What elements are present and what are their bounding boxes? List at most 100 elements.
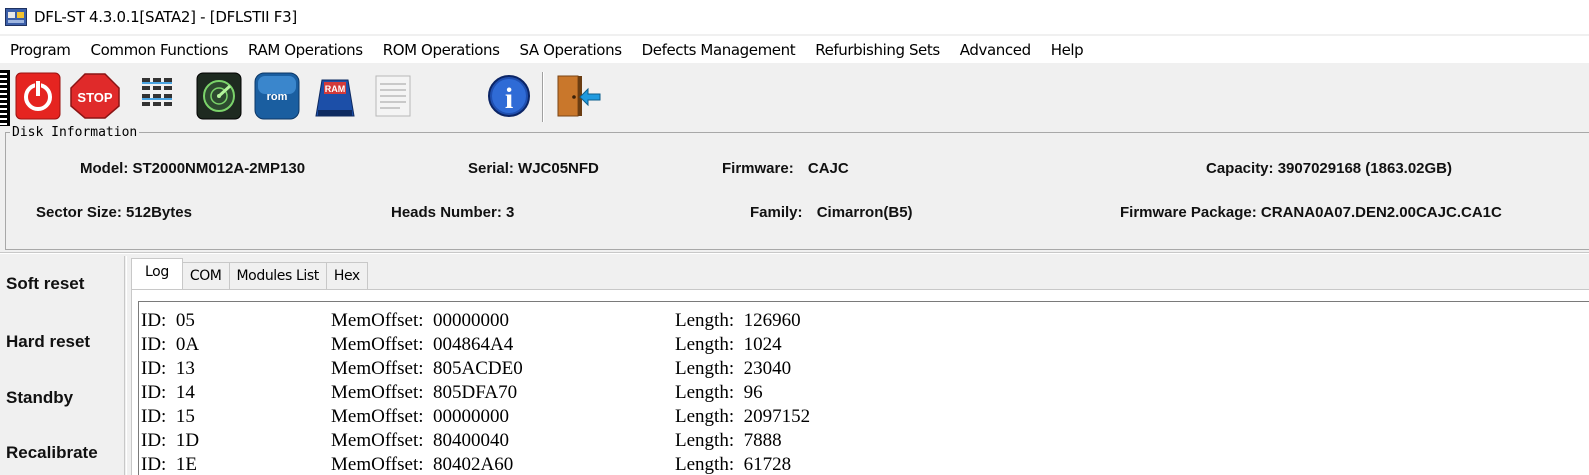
toolbar-separator bbox=[542, 72, 544, 122]
model-field: Model: ST2000NM012A-2MP130 bbox=[80, 160, 305, 177]
capacity-value: 3907029168 (1863.02GB) bbox=[1277, 160, 1453, 177]
firmware-field: Firmware: CAJC bbox=[722, 160, 849, 177]
svg-text:rom: rom bbox=[267, 91, 288, 103]
recalibrate-button[interactable]: Recalibrate bbox=[6, 443, 98, 463]
menu-ram-operations[interactable]: RAM Operations bbox=[238, 41, 373, 59]
firmware-value: CAJC bbox=[807, 160, 849, 177]
notepad-button[interactable] bbox=[370, 72, 416, 120]
log-offset: MemOffset: 00000000 bbox=[331, 406, 510, 427]
firmware-package-value: CRANA0A07.DEN2.00CAJC.CA1C bbox=[1260, 204, 1502, 221]
log-id: ID: 1E bbox=[141, 454, 197, 475]
disk-information-legend: Disk Information bbox=[10, 125, 140, 140]
menu-rom-operations[interactable]: ROM Operations bbox=[373, 41, 510, 59]
info-button[interactable]: i bbox=[486, 72, 532, 120]
firmware-package-field: Firmware Package: CRANA0A07.DEN2.00CAJC.… bbox=[1120, 204, 1502, 221]
capacity-field: Capacity: 3907029168 (1863.02GB) bbox=[1206, 160, 1452, 177]
log-offset: MemOffset: 805DFA70 bbox=[331, 382, 518, 403]
log-output[interactable]: ID: 05 MemOffset: 00000000 Length: 12696… bbox=[138, 301, 1589, 475]
toolbar: STOP rom RAM i bbox=[0, 68, 1589, 126]
menu-advanced[interactable]: Advanced bbox=[950, 41, 1041, 59]
stop-button[interactable]: STOP bbox=[70, 72, 120, 120]
sector-size-label: Sector Size: bbox=[36, 204, 122, 221]
log-length: Length: 126960 bbox=[675, 310, 801, 331]
modules-grid-button[interactable] bbox=[138, 72, 184, 120]
hard-reset-button[interactable]: Hard reset bbox=[6, 332, 90, 352]
log-id: ID: 14 bbox=[141, 382, 195, 403]
firmware-label: Firmware: bbox=[722, 160, 794, 177]
title-bar: DFL-ST 4.3.0.1[SATA2] - [DFLSTII F3] bbox=[0, 0, 1589, 34]
soft-reset-button[interactable]: Soft reset bbox=[6, 274, 84, 294]
log-line: ID: 1D MemOffset: 80400040 Length: 7888 bbox=[139, 430, 782, 454]
tab-hex[interactable]: Hex bbox=[325, 262, 368, 289]
log-offset: MemOffset: 805ACDE0 bbox=[331, 358, 523, 379]
notepad-icon bbox=[375, 75, 411, 117]
log-line: ID: 1E MemOffset: 80402A60 Length: 61728 bbox=[139, 454, 791, 475]
family-value: Cimarron(B5) bbox=[816, 204, 913, 221]
svg-text:RAM: RAM bbox=[325, 84, 346, 94]
family-field: Family: Cimarron(B5) bbox=[750, 204, 913, 221]
svg-text:STOP: STOP bbox=[77, 90, 112, 105]
rom-icon: rom bbox=[254, 72, 300, 120]
log-offset: MemOffset: 80400040 bbox=[331, 430, 510, 451]
log-length: Length: 23040 bbox=[675, 358, 792, 379]
info-icon: i bbox=[488, 75, 530, 117]
menu-common-functions[interactable]: Common Functions bbox=[81, 41, 239, 59]
log-line: ID: 0A MemOffset: 004864A4 Length: 1024 bbox=[139, 334, 782, 358]
menu-refurbishing-sets[interactable]: Refurbishing Sets bbox=[805, 41, 950, 59]
tab-modules-list[interactable]: Modules List bbox=[228, 262, 327, 289]
disk-information-group bbox=[5, 132, 1589, 250]
side-panel-separator bbox=[124, 256, 127, 475]
ram-button[interactable]: RAM bbox=[312, 72, 358, 120]
log-length: Length: 61728 bbox=[675, 454, 792, 475]
scan-button[interactable] bbox=[196, 72, 242, 120]
power-button[interactable] bbox=[15, 72, 61, 120]
tab-log[interactable]: Log bbox=[131, 258, 183, 289]
heads-number-label: Heads Number: bbox=[391, 204, 502, 221]
log-offset: MemOffset: 004864A4 bbox=[331, 334, 514, 355]
serial-label: Serial: bbox=[468, 160, 514, 177]
model-value: ST2000NM012A-2MP130 bbox=[132, 160, 306, 177]
dfl-app-icon bbox=[5, 8, 27, 26]
exit-icon bbox=[557, 75, 601, 117]
stop-icon: STOP bbox=[70, 73, 120, 119]
heads-number-value: 3 bbox=[506, 204, 515, 221]
ram-icon: RAM bbox=[315, 79, 355, 117]
log-length: Length: 96 bbox=[675, 382, 763, 403]
grid-icon bbox=[142, 78, 172, 106]
section-divider bbox=[0, 252, 1589, 254]
tab-com[interactable]: COM bbox=[181, 262, 230, 289]
tab-strip: Log COM Modules List Hex bbox=[131, 258, 368, 289]
log-id: ID: 15 bbox=[141, 406, 195, 427]
menu-program[interactable]: Program bbox=[0, 41, 81, 59]
log-line: ID: 05 MemOffset: 00000000 Length: 12696… bbox=[139, 310, 801, 334]
rom-button[interactable]: rom bbox=[254, 72, 300, 120]
log-id: ID: 1D bbox=[141, 430, 200, 451]
firmware-package-label: Firmware Package: bbox=[1120, 204, 1257, 221]
svg-text:i: i bbox=[505, 82, 513, 115]
toolbar-grip[interactable] bbox=[0, 70, 10, 126]
log-id: ID: 0A bbox=[141, 334, 200, 355]
log-offset: MemOffset: 00000000 bbox=[331, 310, 510, 331]
log-length: Length: 2097152 bbox=[675, 406, 811, 427]
menu-defects-management[interactable]: Defects Management bbox=[632, 41, 806, 59]
log-id: ID: 05 bbox=[141, 310, 195, 331]
family-label: Family: bbox=[750, 204, 803, 221]
model-label: Model: bbox=[80, 160, 129, 177]
log-offset: MemOffset: 80402A60 bbox=[331, 454, 514, 475]
exit-button[interactable] bbox=[552, 72, 601, 120]
log-length: Length: 7888 bbox=[675, 430, 782, 451]
heads-number-field: Heads Number: 3 bbox=[391, 204, 514, 221]
sector-size-field: Sector Size: 512Bytes bbox=[36, 204, 192, 221]
menu-help[interactable]: Help bbox=[1041, 41, 1094, 59]
menu-sa-operations[interactable]: SA Operations bbox=[510, 41, 632, 59]
window-title: DFL-ST 4.3.0.1[SATA2] - [DFLSTII F3] bbox=[34, 8, 297, 26]
log-line: ID: 13 MemOffset: 805ACDE0 Length: 23040 bbox=[139, 358, 791, 382]
log-length: Length: 1024 bbox=[675, 334, 782, 355]
log-line: ID: 15 MemOffset: 00000000 Length: 20971… bbox=[139, 406, 810, 430]
standby-button[interactable]: Standby bbox=[6, 388, 73, 408]
log-id: ID: 13 bbox=[141, 358, 195, 379]
sector-size-value: 512Bytes bbox=[126, 204, 192, 221]
power-icon bbox=[15, 72, 61, 120]
radar-icon bbox=[196, 72, 242, 120]
log-line: ID: 14 MemOffset: 805DFA70 Length: 96 bbox=[139, 382, 763, 406]
